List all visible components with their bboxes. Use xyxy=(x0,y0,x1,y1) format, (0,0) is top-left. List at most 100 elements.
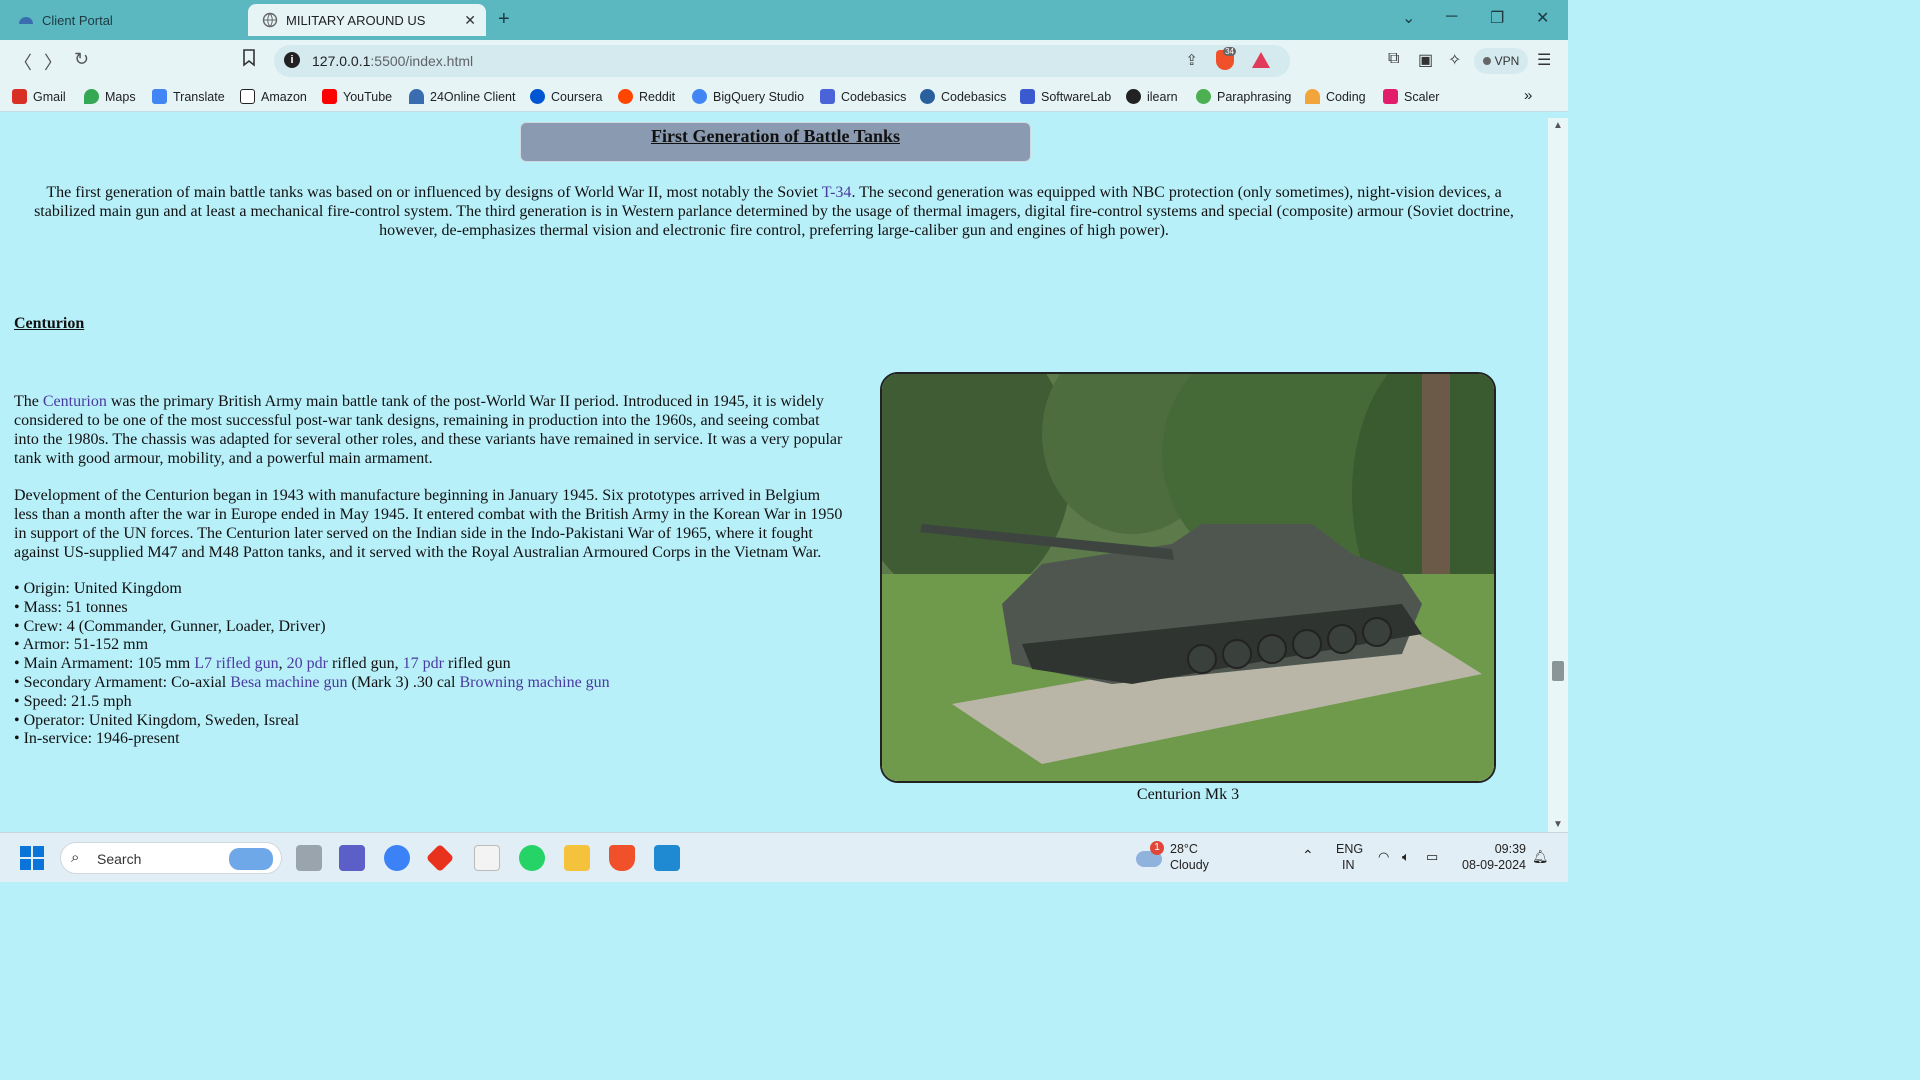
bookmark-paraphrasing[interactable]: Paraphrasing xyxy=(1196,89,1291,104)
bookmark-bigquery[interactable]: BigQuery Studio xyxy=(692,89,804,104)
address-bar[interactable]: i 127.0.0.1:5500/index.html ⇪ 34 xyxy=(274,45,1290,77)
windows-taskbar: ⌕ Search 1 28°C Cloudy ⌃ ENG IN ◠ 🔈︎ ▭ 0… xyxy=(0,832,1568,882)
browning-machine-gun-link[interactable]: Browning machine gun xyxy=(459,674,609,691)
reddit-icon xyxy=(618,89,633,104)
centurion-link[interactable]: Centurion xyxy=(43,393,107,410)
share-icon[interactable]: ⇪ xyxy=(1185,51,1198,69)
bookmark-label: Maps xyxy=(105,89,136,104)
bookmark-ilearn[interactable]: ilearn xyxy=(1126,89,1178,104)
search-label: Search xyxy=(97,851,142,867)
spec-mass: • Mass: 51 tonnes xyxy=(14,598,128,616)
globe-icon xyxy=(262,12,278,28)
17-pdr-link[interactable]: 17 pdr xyxy=(403,655,444,672)
bigquery-icon xyxy=(692,89,707,104)
bookmark-codebasics-1[interactable]: Codebasics xyxy=(820,89,906,104)
bookmark-label: Translate xyxy=(173,89,225,104)
reload-icon[interactable]: ↻ xyxy=(74,49,89,70)
bookmark-youtube[interactable]: YouTube xyxy=(322,89,392,104)
leo-ai-icon[interactable]: ✧ xyxy=(1448,50,1461,70)
wallet-icon[interactable]: ▣ xyxy=(1418,50,1433,70)
minimize-icon[interactable]: ─ xyxy=(1446,8,1457,26)
bookmark-amazon[interactable]: Amazon xyxy=(240,89,307,104)
bookmark-reddit[interactable]: Reddit xyxy=(618,89,675,104)
rocket-icon xyxy=(820,89,835,104)
image-caption: Centurion Mk 3 xyxy=(1136,786,1240,803)
bookmark-softwarelab[interactable]: SoftwareLab xyxy=(1020,89,1111,104)
amazon-icon xyxy=(240,89,255,104)
close-window-icon[interactable]: ✕ xyxy=(1536,8,1549,28)
whatsapp-icon[interactable] xyxy=(519,845,545,871)
bookmark-coding[interactable]: Coding xyxy=(1305,89,1366,104)
show-hidden-icons-chevron-icon[interactable]: ⌃ xyxy=(1302,847,1314,863)
tab-client-portal[interactable]: Client Portal xyxy=(4,4,244,36)
notification-bell-icon[interactable]: 🔔︎ xyxy=(1532,849,1549,865)
more-bookmarks-icon[interactable]: » xyxy=(1524,87,1532,104)
microsoft-store-icon[interactable] xyxy=(474,845,500,871)
tab-search-chevron-icon[interactable]: ⌄ xyxy=(1402,8,1415,28)
spec-armor: • Armor: 51-152 mm xyxy=(14,636,149,654)
page-viewport: First Generation of Battle Tanks The fir… xyxy=(0,118,1548,832)
besa-machine-gun-link[interactable]: Besa machine gun xyxy=(230,674,347,691)
20-pdr-link[interactable]: 20 pdr xyxy=(287,655,328,672)
back-icon[interactable]: 〈 xyxy=(14,49,32,75)
coursera-icon xyxy=(530,89,545,104)
windows-start-icon[interactable] xyxy=(20,846,44,870)
extensions-icon[interactable]: ⧉ xyxy=(1388,50,1399,68)
bookmark-label: Scaler xyxy=(1404,89,1440,104)
scaler-icon xyxy=(1383,89,1398,104)
wifi-icon[interactable]: ◠ xyxy=(1378,849,1389,865)
intro-text: The first generation of main battle tank… xyxy=(46,184,822,201)
spec-text: • Secondary Armament: Co-axial xyxy=(14,673,231,691)
task-view-icon[interactable] xyxy=(296,845,322,871)
bookmark-gmail[interactable]: Gmail xyxy=(12,89,66,104)
vscode-icon[interactable] xyxy=(654,845,680,871)
copilot-icon[interactable] xyxy=(384,845,410,871)
translate-icon xyxy=(152,89,167,104)
tab-label: MILITARY AROUND US xyxy=(286,12,426,28)
scroll-down-icon[interactable]: ▼ xyxy=(1553,819,1563,830)
scroll-up-icon[interactable]: ▲ xyxy=(1553,120,1563,131)
para1-text: The xyxy=(14,393,43,410)
bookmark-translate[interactable]: Translate xyxy=(152,89,225,104)
close-tab-icon[interactable]: ✕ xyxy=(464,12,476,29)
spec-origin: • Origin: United Kingdom xyxy=(14,580,182,597)
page-scrollbar[interactable]: ▲ ▼ xyxy=(1548,118,1568,832)
anydesk-icon[interactable] xyxy=(425,843,455,873)
gmail-icon xyxy=(12,89,27,104)
brave-rewards-icon[interactable] xyxy=(1252,52,1270,68)
volume-icon[interactable]: 🔈︎ xyxy=(1402,849,1410,865)
spec-text: • Main Armament: 105 mm xyxy=(14,655,195,673)
vpn-button[interactable]: VPN xyxy=(1474,48,1528,74)
weather-temp: 28°C xyxy=(1170,842,1198,856)
bookmark-label: Paraphrasing xyxy=(1217,89,1292,104)
new-tab-icon[interactable]: + xyxy=(498,8,510,31)
bookmark-label: SoftwareLab xyxy=(1041,89,1112,104)
menu-icon[interactable]: ☰ xyxy=(1537,50,1551,70)
teams-icon[interactable] xyxy=(339,845,365,871)
battery-icon[interactable]: ▭ xyxy=(1426,849,1438,865)
restore-icon[interactable]: ❐ xyxy=(1490,8,1504,28)
bookmark-scaler[interactable]: Scaler xyxy=(1383,89,1439,104)
bookmark-codebasics-2[interactable]: Codebasics xyxy=(920,89,1006,104)
url-text[interactable]: 127.0.0.1:5500/index.html xyxy=(312,53,473,69)
bookmark-label: Reddit xyxy=(639,89,676,104)
tab-military-around-us[interactable]: MILITARY AROUND US ✕ xyxy=(248,4,486,36)
scrollbar-thumb[interactable] xyxy=(1552,661,1564,681)
spec-text: , xyxy=(278,655,287,673)
brave-browser-icon[interactable] xyxy=(609,845,635,871)
l7-rifled-gun-link[interactable]: L7 rifled gun xyxy=(194,655,278,672)
bookmark-24online[interactable]: 24Online Client xyxy=(409,89,515,104)
taskbar-search[interactable]: ⌕ Search xyxy=(60,842,282,874)
site-info-icon[interactable]: i xyxy=(284,52,300,68)
bookmark-icon[interactable] xyxy=(242,49,256,72)
bookmark-coursera[interactable]: Coursera xyxy=(530,89,602,104)
24online-icon xyxy=(409,89,424,104)
t34-link[interactable]: T-34 xyxy=(822,184,852,201)
bookmark-label: Coursera xyxy=(551,89,603,104)
file-explorer-icon[interactable] xyxy=(564,845,590,871)
bookmark-label: ilearn xyxy=(1147,89,1178,104)
forward-icon[interactable]: 〉 xyxy=(44,49,62,75)
weather-widget[interactable]: 1 28°C Cloudy xyxy=(1136,841,1246,875)
bookmark-maps[interactable]: Maps xyxy=(84,89,136,104)
coding-icon xyxy=(1305,89,1320,104)
